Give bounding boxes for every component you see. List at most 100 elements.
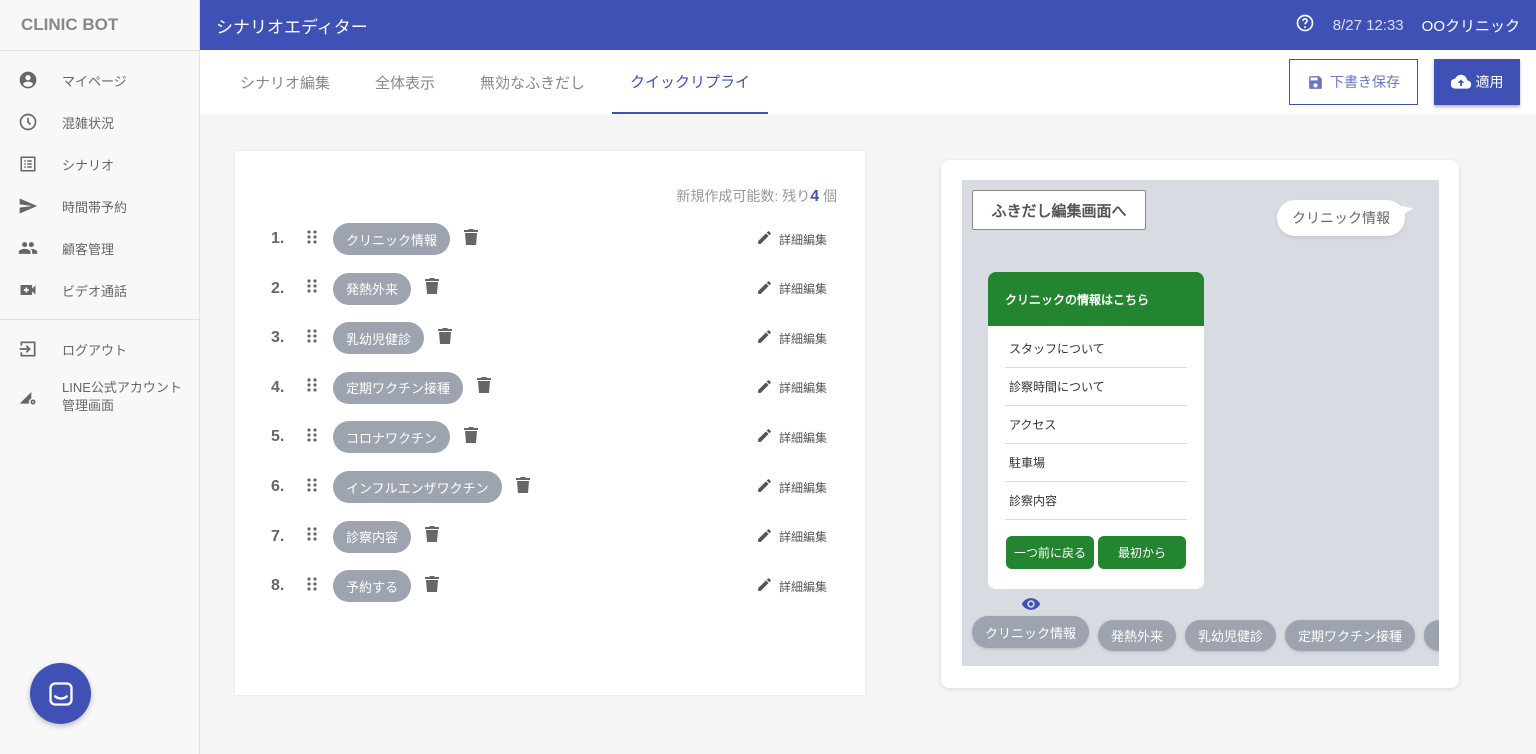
user-message-bubble: クリニック情報 — [1277, 200, 1405, 236]
flex-menu-item[interactable]: スタッフについて — [1005, 330, 1187, 368]
quick-reply-chip[interactable]: 予約する — [333, 570, 412, 603]
row-number: 7. — [271, 527, 285, 545]
tab-quick-reply[interactable]: クイックリプライ — [612, 50, 769, 114]
flex-message: クリニックの情報はこちら スタッフについて 診察時間について アクセス 駐車場 診察内容… — [988, 272, 1204, 589]
sidebar-item-time-reservation[interactable]: 時間帯予約 — [0, 185, 199, 227]
admin-settings-icon — [18, 387, 38, 407]
people-icon — [18, 238, 38, 258]
delete-icon[interactable] — [464, 426, 479, 448]
quick-reply-chip[interactable]: 乳幼児健診 — [333, 322, 425, 355]
sidebar-item-video-call[interactable]: ビデオ通話 — [0, 269, 199, 311]
flex-menu-item[interactable]: アクセス — [1005, 406, 1187, 444]
restart-button[interactable]: 最初から — [1098, 536, 1186, 569]
quick-reply-preview-chip[interactable]: 発熱外来 — [1098, 620, 1177, 651]
pencil-icon — [756, 378, 773, 398]
row-number: 4. — [271, 378, 285, 396]
row-number: 8. — [271, 577, 285, 595]
sidebar-item-mypage[interactable]: マイページ — [0, 59, 199, 101]
delete-icon[interactable] — [425, 526, 440, 547]
label-line1: LINE公式アカウント — [62, 380, 182, 395]
detail-edit-button[interactable]: 詳細編集 — [756, 378, 827, 398]
drag-handle-icon[interactable] — [307, 329, 317, 348]
apply-button[interactable]: 適用 — [1434, 59, 1520, 105]
label-line2: 管理画面 — [62, 398, 115, 413]
tab-overview[interactable]: 全体表示 — [357, 50, 453, 114]
quick-reply-row: 5. コロナワクチン 詳細編集 — [235, 420, 865, 454]
quick-reply-bar: クリニック情報 発熱外来 乳幼児健診 定期ワクチン接種 — [972, 616, 1439, 651]
delete-icon[interactable] — [515, 476, 530, 498]
quick-reply-row: 8. 予約する 詳細編集 — [235, 569, 865, 603]
back-button[interactable]: 一つ前に戻る — [1006, 536, 1094, 569]
page-title: シナリオエディター — [216, 17, 368, 37]
tab-scenario-edit[interactable]: シナリオ編集 — [222, 50, 348, 114]
sidebar-item-label: マイページ — [62, 73, 127, 89]
pencil-icon — [756, 576, 773, 596]
line-preview: ふきだし編集画面へ クリニック情報 クリニックの情報はこちら スタッフについて診… — [962, 180, 1439, 666]
detail-edit-label: 詳細編集 — [779, 480, 828, 495]
detail-edit-button[interactable]: 詳細編集 — [756, 229, 827, 249]
delete-icon[interactable] — [425, 278, 440, 299]
detail-edit-button[interactable]: 詳細編集 — [756, 328, 827, 348]
save-draft-button[interactable]: 下書き保存 — [1289, 59, 1418, 105]
quick-reply-preview-chip-partial[interactable] — [1424, 620, 1439, 651]
drag-handle-icon[interactable] — [307, 279, 317, 298]
quick-reply-preview-chip[interactable]: 乳幼児健診 — [1185, 620, 1277, 651]
sidebar-item-label: ログアウト — [62, 342, 128, 358]
detail-edit-label: 詳細編集 — [779, 530, 828, 545]
chat-icon — [48, 681, 73, 706]
help-icon[interactable] — [1295, 13, 1315, 37]
quick-reply-preview-chip[interactable]: 定期ワクチン接種 — [1285, 620, 1416, 651]
account-circle-icon — [18, 70, 38, 90]
flex-menu-item[interactable]: 診察時間について — [1005, 368, 1187, 406]
quick-reply-chip[interactable]: インフルエンザワクチン — [333, 471, 502, 503]
flex-title: クリニックの情報はこちら — [988, 272, 1204, 326]
quick-reply-chip[interactable]: 診察内容 — [333, 520, 412, 553]
drag-handle-icon[interactable] — [307, 577, 317, 596]
delete-icon[interactable] — [464, 228, 479, 250]
quick-reply-chip[interactable]: 発熱外来 — [333, 272, 412, 305]
chat-launcher-button[interactable] — [30, 663, 91, 724]
sidebar-item-customers[interactable]: 顧客管理 — [0, 227, 199, 269]
sidebar-item-congestion[interactable]: 混雑状況 — [0, 101, 199, 143]
detail-edit-label: 詳細編集 — [779, 282, 828, 297]
quick-reply-preview-chip[interactable]: クリニック情報 — [972, 616, 1090, 648]
pencil-icon — [756, 279, 773, 299]
detail-edit-button[interactable]: 詳細編集 — [756, 477, 827, 497]
sidebar-item-scenario[interactable]: シナリオ — [0, 143, 199, 185]
divider — [0, 319, 199, 320]
detail-edit-button[interactable]: 詳細編集 — [756, 427, 827, 447]
sidebar-item-label: ビデオ通話 — [62, 283, 128, 299]
detail-edit-button[interactable]: 詳細編集 — [756, 279, 827, 299]
drag-handle-icon[interactable] — [307, 527, 317, 546]
delete-icon[interactable] — [477, 377, 492, 398]
drag-handle-icon[interactable] — [307, 477, 317, 497]
flex-menu-item[interactable]: 診察内容 — [1005, 482, 1187, 520]
pencil-icon — [756, 328, 773, 348]
delete-icon[interactable] — [438, 327, 453, 349]
detail-edit-button[interactable]: 詳細編集 — [756, 576, 827, 596]
delete-icon[interactable] — [425, 575, 440, 597]
remain-count: 4 — [810, 188, 820, 205]
drag-handle-icon[interactable] — [307, 378, 317, 397]
quick-reply-chip[interactable]: コロナワクチン — [333, 421, 451, 454]
flex-menu-item[interactable]: 駐車場 — [1005, 444, 1187, 482]
sidebar-item-logout[interactable]: ログアウト — [0, 328, 199, 370]
go-to-bubble-editor-button[interactable]: ふきだし編集画面へ — [972, 190, 1146, 230]
save-icon — [1309, 75, 1322, 89]
sidebar-item-line-admin[interactable]: LINE公式アカウント 管理画面 — [0, 370, 199, 424]
quick-reply-row: 6. インフルエンザワクチン 詳細編集 — [235, 470, 865, 504]
video-icon — [18, 280, 38, 300]
remain-suffix: 個 — [819, 188, 837, 204]
app-header: シナリオエディター 8/27 12:33 OOクリニック — [200, 0, 1536, 50]
detail-edit-button[interactable]: 詳細編集 — [756, 527, 827, 547]
quick-reply-chip[interactable]: 定期ワクチン接種 — [333, 371, 464, 404]
drag-handle-icon[interactable] — [307, 428, 317, 447]
tab-invalid-bubbles[interactable]: 無効なふきだし — [462, 50, 603, 114]
quick-reply-chip[interactable]: クリニック情報 — [333, 223, 451, 255]
sidebar-item-label: LINE公式アカウント 管理画面 — [62, 379, 182, 415]
quick-reply-list-card: 新規作成可能数: 残り4 個 1. クリニック情報 詳細編集 2. 発熱外来 詳細… — [234, 150, 866, 696]
drag-handle-icon[interactable] — [307, 229, 317, 249]
clinic-name[interactable]: OOクリニック — [1422, 15, 1520, 36]
row-number: 1. — [271, 230, 285, 247]
detail-edit-label: 詳細編集 — [779, 232, 828, 247]
